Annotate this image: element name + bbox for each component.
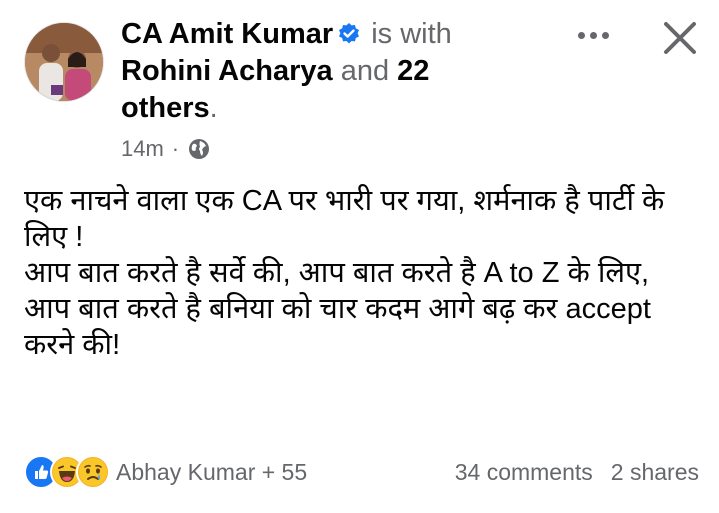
post-meta: 14m · [121, 136, 211, 162]
sad-reaction-icon [76, 455, 110, 489]
engagement-counts: 34 comments 2 shares [455, 459, 699, 486]
post-body: एक नाचने वाला एक CA पर भारी पर गया, शर्म… [24, 183, 699, 363]
post-body-line2: आप बात करते है सर्वे की, आप बात करते है … [24, 257, 659, 361]
author-avatar[interactable] [24, 22, 104, 102]
with-text: is with [371, 18, 452, 50]
tagged-person[interactable]: Rohini Acharya [121, 55, 333, 87]
others-count: 22 [397, 55, 430, 87]
close-icon [664, 22, 696, 54]
meta-separator: · [171, 136, 180, 161]
post-header: CA Amit Kumar is with Rohini Acharya and… [121, 16, 501, 127]
shares-count[interactable]: 2 shares [611, 459, 699, 486]
header-period: . [209, 92, 218, 124]
close-button[interactable] [660, 18, 700, 58]
verified-badge-icon [337, 19, 361, 44]
others-word: others [121, 92, 210, 124]
post-body-line1: एक नाचने वाला एक CA पर भारी पर गया, शर्म… [24, 185, 673, 253]
more-dot-icon [601, 31, 609, 39]
more-dot-icon [589, 31, 597, 39]
more-options-button[interactable] [571, 20, 615, 50]
globe-icon[interactable] [187, 137, 211, 161]
comments-count[interactable]: 34 comments [455, 459, 593, 486]
and-text: and [340, 55, 390, 87]
post-timestamp[interactable]: 14m [121, 136, 164, 162]
author-name[interactable]: CA Amit Kumar [121, 18, 333, 50]
post-footer: Abhay Kumar + 55 34 comments 2 shares [24, 452, 699, 492]
reaction-icons[interactable] [24, 455, 110, 489]
more-dot-icon [577, 31, 585, 39]
reaction-names[interactable]: Abhay Kumar + 55 [116, 459, 307, 486]
